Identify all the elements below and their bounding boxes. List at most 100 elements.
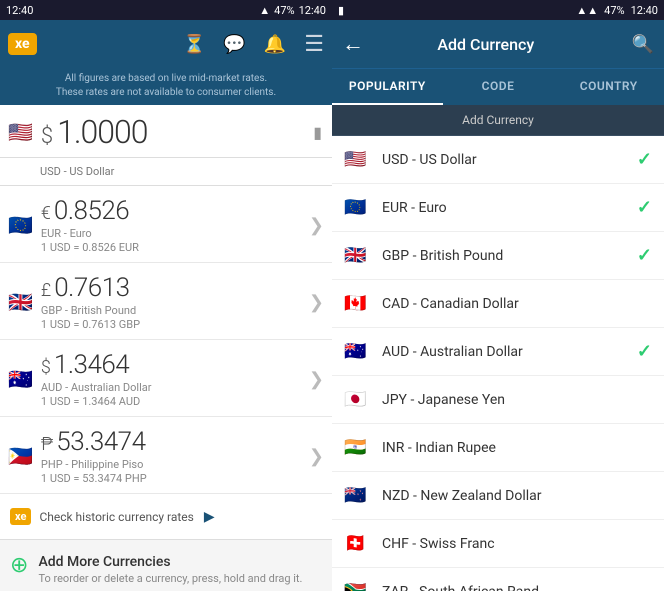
usd-amount-container: $ 1.0000 [41,113,305,151]
gbp-check-icon: ✓ [637,245,652,266]
right-inr-name: INR - Indian Rupee [382,440,652,456]
right-top-nav: ← Add Currency 🔍 [332,20,664,68]
aud-symbol: $ [41,357,51,378]
usd-check-icon: ✓ [637,149,652,170]
list-item[interactable]: 🇳🇿 NZD - New Zealand Dollar [332,472,664,520]
aud-rate: 1 USD = 1.3464 AUD [41,395,301,408]
aud-chevron: ❯ [309,369,324,390]
list-item[interactable]: 🇮🇳 INR - Indian Rupee [332,424,664,472]
tabs-bar: POPULARITY CODE COUNTRY [332,68,664,105]
right-time: 12:40 [631,4,658,17]
aud-content: $ 1.3464 AUD - Australian Dollar 1 USD =… [41,350,301,408]
gbp-chevron: ❯ [309,292,324,313]
info-line1: All figures are based on live mid-market… [8,72,324,86]
back-button[interactable]: ← [342,31,364,57]
gbp-symbol: £ [41,280,51,301]
list-item[interactable]: 🇬🇧 GBP - British Pound ✓ [332,232,664,280]
right-cad-name: CAD - Canadian Dollar [382,296,652,312]
usd-flag: 🇺🇸 [8,120,33,144]
eur-rate: 1 USD = 0.8526 EUR [41,241,301,254]
right-nzd-name: NZD - New Zealand Dollar [382,488,652,504]
left-status-bar: 12:40 ▲ 47% 12:40 [0,0,332,20]
nav-icons: ⏳ 💬 🔔 ☰ [183,32,324,57]
tab-code[interactable]: CODE [443,69,554,105]
chat-icon[interactable]: 💬 [223,34,245,55]
list-item[interactable]: 🇯🇵 JPY - Japanese Yen [332,376,664,424]
left-status-time2: 12:40 [299,4,326,17]
left-status-icons: ▲ 47% 12:40 [259,4,326,17]
list-item[interactable]: 🇨🇭 CHF - Swiss Franc [332,520,664,568]
eur-row[interactable]: 🇪🇺 € 0.8526 EUR - Euro 1 USD = 0.8526 EU… [0,186,332,263]
right-aud-flag: 🇦🇺 [344,341,372,362]
right-eur-name: EUR - Euro [382,200,627,216]
gbp-value: 0.7613 [54,273,129,303]
info-line2: These rates are not available to consume… [8,86,324,100]
aud-flag: 🇦🇺 [8,367,33,391]
usd-value: 1.0000 [57,113,147,151]
list-item[interactable]: 🇨🇦 CAD - Canadian Dollar [332,280,664,328]
gbp-rate: 1 USD = 0.7613 GBP [41,318,301,331]
aud-name: AUD - Australian Dollar [41,381,301,394]
left-panel: 12:40 ▲ 47% 12:40 xe ⏳ 💬 🔔 ☰ All figures… [0,0,332,591]
calculator-icon[interactable]: ▮ [313,123,322,142]
bell-icon[interactable]: 🔔 [264,34,286,55]
eur-name: EUR - Euro [41,227,301,240]
php-name: PHP - Philippine Piso [41,458,301,471]
screen-title: Add Currency [374,35,598,54]
photo-icon: ▮ [338,4,344,17]
tab-country[interactable]: COUNTRY [553,69,664,105]
gbp-flag: 🇬🇧 [8,290,33,314]
php-value: 53.3474 [56,427,145,457]
promo-text: Check historic currency rates [39,510,193,524]
right-usd-flag: 🇺🇸 [344,149,372,170]
list-item[interactable]: 🇿🇦 ZAR - South African Rand [332,568,664,591]
php-content: ₱ 53.3474 PHP - Philippine Piso 1 USD = … [41,427,301,485]
right-nzd-flag: 🇳🇿 [344,485,372,506]
list-item[interactable]: 🇦🇺 AUD - Australian Dollar ✓ [332,328,664,376]
gbp-row[interactable]: 🇬🇧 £ 0.7613 GBP - British Pound 1 USD = … [0,263,332,340]
list-item[interactable]: 🇪🇺 EUR - Euro ✓ [332,184,664,232]
currency-list-left: 🇺🇸 $ 1.0000 ▮ USD - US Dollar 🇪🇺 € 0.852… [0,105,332,591]
right-jpy-flag: 🇯🇵 [344,389,372,410]
usd-symbol: $ [41,124,53,149]
usd-row[interactable]: 🇺🇸 $ 1.0000 ▮ [0,105,332,158]
php-row[interactable]: 🇵🇭 ₱ 53.3474 PHP - Philippine Piso 1 USD… [0,417,332,494]
add-plus-icon: ⊕ [10,553,28,578]
promo-row[interactable]: xe Check historic currency rates ▶ [0,494,332,540]
promo-arrow-icon: ▶ [204,509,215,525]
tab-popularity[interactable]: POPULARITY [332,69,443,105]
promo-xe-logo: xe [10,508,31,525]
right-zar-flag: 🇿🇦 [344,581,372,591]
aud-row[interactable]: 🇦🇺 $ 1.3464 AUD - Australian Dollar 1 US… [0,340,332,417]
list-item[interactable]: 🇺🇸 USD - US Dollar ✓ [332,136,664,184]
eur-content: € 0.8526 EUR - Euro 1 USD = 0.8526 EUR [41,196,301,254]
eur-amount: € 0.8526 [41,196,301,226]
right-gbp-flag: 🇬🇧 [344,245,372,266]
right-battery: 47% [604,4,624,17]
gbp-name: GBP - British Pound [41,304,301,317]
menu-icon[interactable]: ☰ [304,32,324,57]
right-jpy-name: JPY - Japanese Yen [382,392,652,408]
eur-flag: 🇪🇺 [8,213,33,237]
gbp-content: £ 0.7613 GBP - British Pound 1 USD = 0.7… [41,273,301,331]
add-currencies-subtitle: To reorder or delete a currency, press, … [38,572,302,586]
search-icon[interactable]: 🔍 [632,34,654,55]
right-chf-name: CHF - Swiss Franc [382,536,652,552]
right-aud-name: AUD - Australian Dollar [382,344,627,360]
right-chf-flag: 🇨🇭 [344,533,372,554]
right-status-bar: ▮ ▲▲ 47% 12:40 [332,0,664,20]
xe-logo[interactable]: xe [8,33,37,55]
eur-symbol: € [41,203,51,224]
gbp-amount: £ 0.7613 [41,273,301,303]
right-usd-name: USD - US Dollar [382,152,627,168]
right-inr-flag: 🇮🇳 [344,437,372,458]
php-rate: 1 USD = 53.3474 PHP [41,472,301,485]
add-currencies-row[interactable]: ⊕ Add More Currencies To reorder or dele… [0,540,332,591]
history-icon[interactable]: ⏳ [183,34,205,55]
add-currencies-content: Add More Currencies To reorder or delete… [38,554,302,586]
right-currency-list: 🇺🇸 USD - US Dollar ✓ 🇪🇺 EUR - Euro ✓ 🇬🇧 … [332,136,664,591]
usd-name: USD - US Dollar [40,165,114,178]
battery-icon: ▲ [259,4,270,17]
left-status-time: 12:40 [6,4,33,17]
aud-value: 1.3464 [54,350,129,380]
